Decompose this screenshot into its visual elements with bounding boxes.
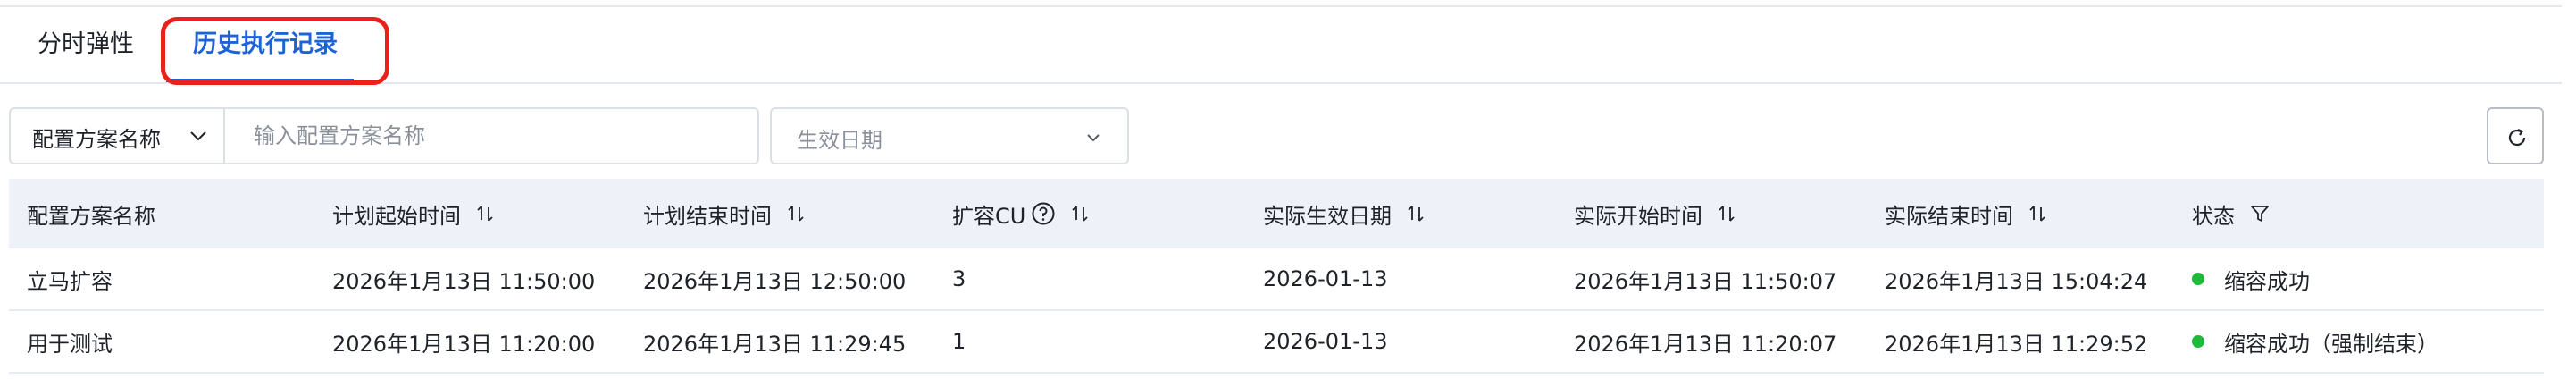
filter-icon[interactable] [2249, 203, 2271, 224]
status-text: 缩容成功（强制结束） [2224, 331, 2438, 357]
cell-name: 用于测试 [27, 331, 113, 357]
question-circle-icon[interactable] [1031, 201, 1056, 226]
column-header-actual-start: 实际开始时间 [1574, 179, 1736, 248]
effective-date-select[interactable]: 生效日期 [770, 107, 1129, 164]
cell-actual-end: 2026年1月13日 11:29:52 [1885, 331, 2148, 357]
column-header-label: 实际开始时间 [1574, 203, 1702, 229]
sort-icon[interactable] [786, 204, 806, 223]
cell-actual-start: 2026年1月13日 11:20:07 [1574, 331, 1837, 357]
refresh-icon [2508, 128, 2526, 147]
cell-status: 缩容成功（强制结束） [2192, 311, 2438, 372]
cell-cu: 1 [952, 329, 966, 354]
cell-actual-end: 2026年1月13日 15:04:24 [1885, 268, 2148, 294]
column-header-label: 实际生效日期 [1263, 203, 1392, 229]
column-header-label: 状态 [2192, 203, 2235, 229]
tab-bar: 分时弹性 历史执行记录 [0, 7, 2562, 85]
status-dot-icon [2192, 335, 2204, 348]
cell-plan-end: 2026年1月13日 12:50:00 [643, 268, 907, 294]
cell-effective-date: 2026-01-13 [1263, 266, 1388, 291]
search-input[interactable] [229, 109, 756, 163]
search-filter-group: 配置方案名称 [9, 107, 759, 164]
sort-icon[interactable] [1717, 204, 1736, 223]
status-text: 缩容成功 [2224, 268, 2310, 294]
column-header-label: 计划起始时间 [332, 203, 461, 229]
column-header-effective-date: 实际生效日期 [1263, 179, 1426, 248]
column-header-actual-end: 实际结束时间 [1885, 179, 2047, 248]
sort-icon[interactable] [1406, 204, 1426, 223]
cell-plan-end: 2026年1月13日 11:29:45 [643, 331, 907, 357]
cell-effective-date: 2026-01-13 [1263, 329, 1388, 354]
sort-icon[interactable] [2028, 204, 2047, 223]
column-header-label: 配置方案名称 [27, 203, 155, 229]
column-header-label: 扩容CU [952, 203, 1026, 229]
chevron-down-icon [1087, 134, 1100, 142]
cell-cu: 3 [952, 266, 966, 291]
search-field-select-label: 配置方案名称 [32, 127, 161, 152]
search-field-select[interactable]: 配置方案名称 [11, 109, 225, 163]
history-page: 分时弹性 历史执行记录 配置方案名称 生效日期 配置方案名称 [0, 0, 2576, 379]
column-header-plan-end: 计划结束时间 [643, 179, 806, 248]
tab-time-elasticity[interactable]: 分时弹性 [38, 27, 134, 72]
cell-actual-start: 2026年1月13日 11:50:07 [1574, 268, 1837, 294]
cell-name: 立马扩容 [27, 268, 113, 294]
column-header-label: 计划结束时间 [643, 203, 772, 229]
sort-icon[interactable] [475, 204, 495, 223]
history-table: 配置方案名称 计划起始时间 计划结束时间 扩容CU 实际生效日期 实际开始时间 … [9, 179, 2544, 374]
refresh-button[interactable] [2487, 107, 2544, 164]
effective-date-placeholder: 生效日期 [797, 128, 882, 153]
annotation-highlight-box [161, 17, 389, 85]
chevron-down-icon [190, 131, 206, 141]
cell-plan-start: 2026年1月13日 11:50:00 [332, 268, 596, 294]
column-header-cu: 扩容CU [952, 179, 1090, 248]
cell-plan-start: 2026年1月13日 11:20:00 [332, 331, 596, 357]
sort-icon[interactable] [1070, 204, 1090, 223]
table-header: 配置方案名称 计划起始时间 计划结束时间 扩容CU 实际生效日期 实际开始时间 … [9, 179, 2544, 248]
top-border [0, 0, 2562, 7]
column-header-status: 状态 [2192, 179, 2271, 248]
column-header-plan-start: 计划起始时间 [332, 179, 495, 248]
column-header-label: 实际结束时间 [1885, 203, 2013, 229]
table-row: 立马扩容 2026年1月13日 11:50:00 2026年1月13日 12:5… [9, 248, 2544, 311]
cell-status: 缩容成功 [2192, 248, 2310, 309]
table-row: 用于测试 2026年1月13日 11:20:00 2026年1月13日 11:2… [9, 311, 2544, 374]
column-header-name: 配置方案名称 [27, 179, 155, 248]
status-dot-icon [2192, 273, 2204, 285]
